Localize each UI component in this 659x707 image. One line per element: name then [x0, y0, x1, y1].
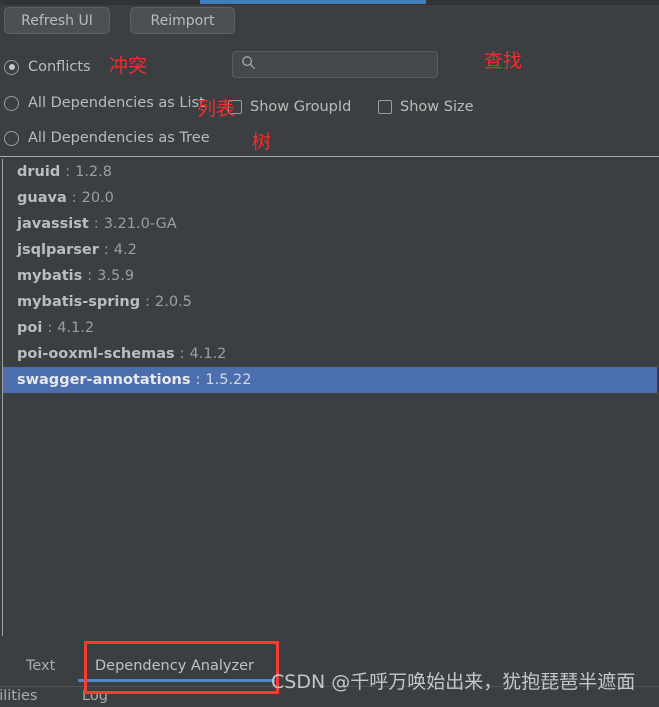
dependency-row[interactable]: guava:20.0: [3, 185, 657, 211]
dependency-artifact-name: javassist: [17, 216, 89, 232]
radio-selected-icon[interactable]: [4, 59, 19, 75]
dependency-artifact-name: guava: [17, 190, 67, 206]
dependency-artifact-name: poi-ooxml-schemas: [17, 346, 175, 362]
dependency-artifact-name: mybatis: [17, 268, 83, 284]
dependency-version: 1.2.8: [75, 164, 112, 180]
dependency-artifact-name: poi: [17, 320, 43, 336]
annotation-list: 列表: [197, 98, 236, 120]
checkbox-unchecked-icon[interactable]: [378, 100, 392, 114]
refresh-ui-button[interactable]: Refresh UI: [4, 7, 110, 34]
dependency-version: 3.5.9: [97, 268, 135, 284]
dependency-separator: :: [65, 164, 71, 180]
checkbox-show-size[interactable]: Show Size: [378, 97, 474, 117]
search-icon: [241, 55, 256, 74]
radio-unselected-icon[interactable]: [4, 130, 19, 146]
radio-all-dependencies-as-tree[interactable]: All Dependencies as Tree: [4, 127, 210, 149]
dependency-version: 2.0.5: [155, 294, 192, 310]
search-box[interactable]: [232, 51, 438, 78]
dependency-analyzer-panel: Refresh UI Reimport Conflicts All Depend…: [0, 0, 659, 707]
dependency-separator: :: [179, 346, 185, 362]
tab-text[interactable]: Text: [26, 648, 55, 683]
top-blue-indicator-bar: [200, 0, 426, 4]
dependency-version: 20.0: [81, 190, 114, 206]
dependency-separator: :: [47, 320, 53, 336]
radio-unselected-icon[interactable]: [4, 95, 19, 111]
radio-tree-label: All Dependencies as Tree: [28, 130, 210, 146]
dependency-artifact-name: druid: [17, 164, 61, 180]
dependency-separator: :: [71, 190, 77, 206]
dependency-row[interactable]: jsqlparser:4.2: [3, 237, 657, 263]
dependency-row[interactable]: mybatis:3.5.9: [3, 263, 657, 289]
checkbox-show-groupid-label: Show GroupId: [250, 99, 352, 115]
dependency-version: 4.1.2: [57, 320, 95, 336]
dependency-list[interactable]: druid:1.2.8 guava:20.0 javassist:3.21.0-GA…: [2, 159, 657, 636]
annotation-find: 查找: [484, 50, 523, 72]
dependency-artifact-name: jsqlparser: [17, 242, 99, 258]
dependency-separator: :: [145, 294, 150, 310]
radio-list-label: All Dependencies as List: [28, 95, 205, 111]
radio-all-dependencies-as-list[interactable]: All Dependencies as List: [4, 92, 205, 114]
annotation-conflict: 冲突: [109, 55, 148, 77]
dependency-version: 4.1.2: [189, 346, 227, 362]
dependency-version: 1.5.22: [205, 372, 252, 388]
dependency-artifact-name: swagger-annotations: [17, 372, 191, 388]
bottom-vulnerabilities-label[interactable]: bilities: [0, 688, 37, 704]
dependency-row[interactable]: swagger-annotations:1.5.22: [3, 367, 657, 393]
dependency-row[interactable]: mybatis-spring:2.0.5: [3, 289, 657, 315]
reimport-button[interactable]: Reimport: [130, 7, 235, 34]
annotation-tree: 树: [252, 131, 272, 153]
dependency-separator: :: [87, 268, 93, 284]
checkbox-show-size-label: Show Size: [400, 99, 474, 115]
dependency-version: 4.2: [113, 242, 137, 258]
radio-conflicts[interactable]: Conflicts: [4, 56, 91, 78]
toolbar-separator: [0, 156, 659, 157]
dependency-version: 3.21.0-GA: [103, 216, 177, 232]
dependency-separator: :: [103, 242, 109, 258]
checkbox-show-groupid[interactable]: Show GroupId: [228, 97, 351, 117]
dependency-row[interactable]: poi-ooxml-schemas:4.1.2: [3, 341, 657, 367]
radio-conflicts-label: Conflicts: [28, 59, 91, 75]
dependency-row[interactable]: poi:4.1.2: [3, 315, 657, 341]
dependency-separator: :: [93, 216, 99, 232]
annotation-highlight-box: [84, 641, 279, 694]
search-input[interactable]: [256, 52, 438, 77]
watermark-text: CSDN @千呼万唤始出来，犹抱琵琶半遮面: [271, 671, 636, 693]
dependency-row[interactable]: javassist:3.21.0-GA: [3, 211, 657, 237]
dependency-row[interactable]: druid:1.2.8: [3, 159, 657, 185]
dependency-separator: :: [195, 372, 201, 388]
dependency-artifact-name: mybatis-spring: [17, 294, 141, 310]
